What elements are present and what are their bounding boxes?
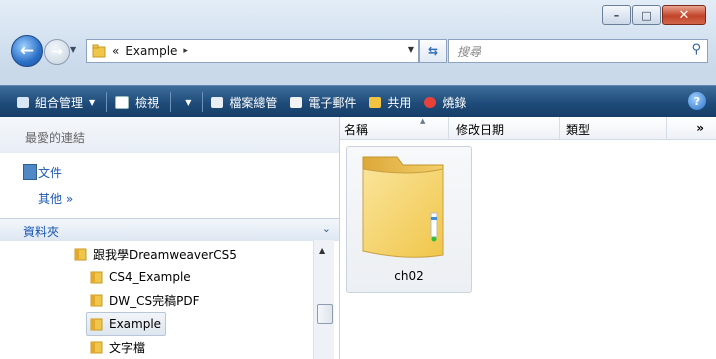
tree-item-selected[interactable]: Example	[86, 312, 167, 336]
burn-button[interactable]: 燒錄	[419, 90, 471, 114]
share-button[interactable]: 共用	[364, 90, 416, 114]
tree-item[interactable]: 跟我學DreamweaverCS5	[74, 243, 237, 265]
explore-button[interactable]: 檔案總管	[206, 90, 282, 114]
tree-item-label: DW_CS完稿PDF	[109, 293, 200, 308]
folder-tree-scrollbar[interactable]: ▲	[313, 240, 334, 359]
command-bar: 組合管理 ▼ 檢視 ▼ 檔案總管 電子郵件 共用 燒錄 ?	[0, 85, 716, 118]
navigation-pane: 最愛的連結 文件 其他 » 資料夾 ⌄ 跟我學DreamweaverCS5 CS…	[0, 117, 340, 359]
tree-item[interactable]: CS4_Example	[90, 266, 191, 288]
folder-icon	[90, 271, 103, 284]
explorer-window: – □ ✕ ← → ▼ « Example ▸ ▼ ⇆ 搜尋 ⚲ 組合管理 ▼ …	[0, 0, 716, 359]
explore-icon	[211, 96, 224, 108]
close-icon: ✕	[678, 7, 690, 23]
tree-item-label: CS4_Example	[109, 270, 191, 284]
explore-label: 檔案總管	[229, 95, 278, 110]
more-columns-button[interactable]: »	[696, 121, 704, 135]
minimize-button[interactable]: –	[602, 5, 631, 25]
address-dropdown-icon[interactable]: ▼	[408, 45, 414, 54]
back-button[interactable]: ←	[11, 35, 43, 67]
views-button[interactable]: 檢視	[110, 90, 164, 114]
refresh-icon: ⇆	[427, 44, 439, 58]
folder-icon	[92, 44, 106, 58]
file-list-pane: 名稱 ▲ 修改日期 類型 » ch02	[340, 117, 716, 359]
views-label: 檢視	[135, 95, 160, 110]
favorite-link-documents[interactable]: 文件	[38, 164, 62, 181]
column-divider[interactable]	[666, 117, 667, 139]
folders-header[interactable]: 資料夾 ⌄	[0, 218, 339, 241]
folders-title: 資料夾	[23, 225, 60, 239]
favorite-links-header: 最愛的連結	[0, 117, 339, 153]
burn-label: 燒錄	[442, 95, 467, 110]
folder-item-label: ch02	[394, 269, 424, 283]
refresh-button[interactable]: ⇆	[419, 39, 447, 63]
tree-item-label: Example	[109, 317, 162, 331]
organize-label: 組合管理	[35, 95, 84, 110]
column-type[interactable]: 類型	[566, 121, 590, 138]
email-icon	[290, 96, 303, 108]
maximize-icon: □	[641, 8, 652, 22]
folder-tree: 跟我學DreamweaverCS5 CS4_Example DW_CS完稿PDF…	[0, 240, 312, 359]
share-label: 共用	[387, 95, 412, 110]
chevron-down-icon: ▼	[185, 97, 192, 107]
large-folder-icon	[362, 156, 444, 258]
tree-item-label: 文字檔	[109, 340, 146, 355]
address-bar[interactable]: « Example ▸ ▼	[86, 39, 419, 63]
burn-disc-icon	[424, 96, 437, 108]
toolbar-divider	[202, 92, 204, 112]
tree-item-label: 跟我學DreamweaverCS5	[93, 247, 237, 262]
column-divider[interactable]	[559, 117, 560, 139]
documents-icon	[23, 164, 37, 180]
minimize-icon: –	[613, 8, 620, 22]
forward-button[interactable]: →	[44, 39, 70, 65]
help-button[interactable]: ?	[688, 92, 706, 110]
views-dropdown[interactable]: ▼	[174, 90, 196, 114]
share-icon	[369, 96, 382, 108]
forward-arrow-icon: →	[51, 44, 63, 60]
back-arrow-icon: ←	[19, 41, 35, 61]
folder-icon	[90, 318, 103, 331]
close-button[interactable]: ✕	[662, 5, 706, 25]
organize-button[interactable]: 組合管理 ▼	[12, 90, 100, 114]
tree-item[interactable]: DW_CS完稿PDF	[90, 289, 199, 311]
email-button[interactable]: 電子郵件	[285, 90, 361, 114]
recent-pages-dropdown[interactable]: ▼	[70, 45, 76, 54]
column-headers: 名稱 ▲ 修改日期 類型 »	[340, 117, 716, 140]
help-icon: ?	[693, 94, 701, 108]
toolbar-divider	[170, 92, 172, 112]
email-label: 電子郵件	[308, 95, 357, 110]
address-prefix: «	[112, 44, 120, 58]
chevron-down-icon: ▼	[89, 97, 96, 107]
organize-icon	[17, 96, 29, 108]
column-divider[interactable]	[448, 117, 449, 139]
folder-icon	[90, 341, 103, 354]
sort-ascending-icon: ▲	[420, 117, 426, 125]
column-name[interactable]: 名稱	[344, 121, 368, 138]
views-icon	[115, 95, 130, 109]
scrollbar-thumb[interactable]	[317, 304, 333, 324]
folder-icon	[90, 294, 103, 307]
breadcrumb-example[interactable]: Example	[125, 44, 177, 58]
search-icon[interactable]: ⚲	[691, 42, 701, 57]
folder-item[interactable]: ch02	[346, 146, 472, 293]
toolbar-divider	[106, 92, 108, 112]
search-box[interactable]: 搜尋 ⚲	[448, 39, 708, 63]
search-input[interactable]: 搜尋	[457, 43, 481, 60]
favorite-link-more[interactable]: 其他 »	[38, 190, 73, 207]
breadcrumb-arrow-icon[interactable]: ▸	[183, 46, 188, 56]
column-modified[interactable]: 修改日期	[456, 121, 504, 138]
caption-buttons: – □ ✕	[601, 5, 706, 25]
favorite-links-title: 最愛的連結	[25, 131, 86, 145]
maximize-button[interactable]: □	[632, 5, 661, 25]
scroll-up-icon[interactable]: ▲	[319, 246, 325, 255]
tree-item[interactable]: 文字檔	[90, 336, 145, 358]
folder-icon	[74, 248, 87, 261]
chevron-down-icon[interactable]: ⌄	[322, 222, 331, 235]
